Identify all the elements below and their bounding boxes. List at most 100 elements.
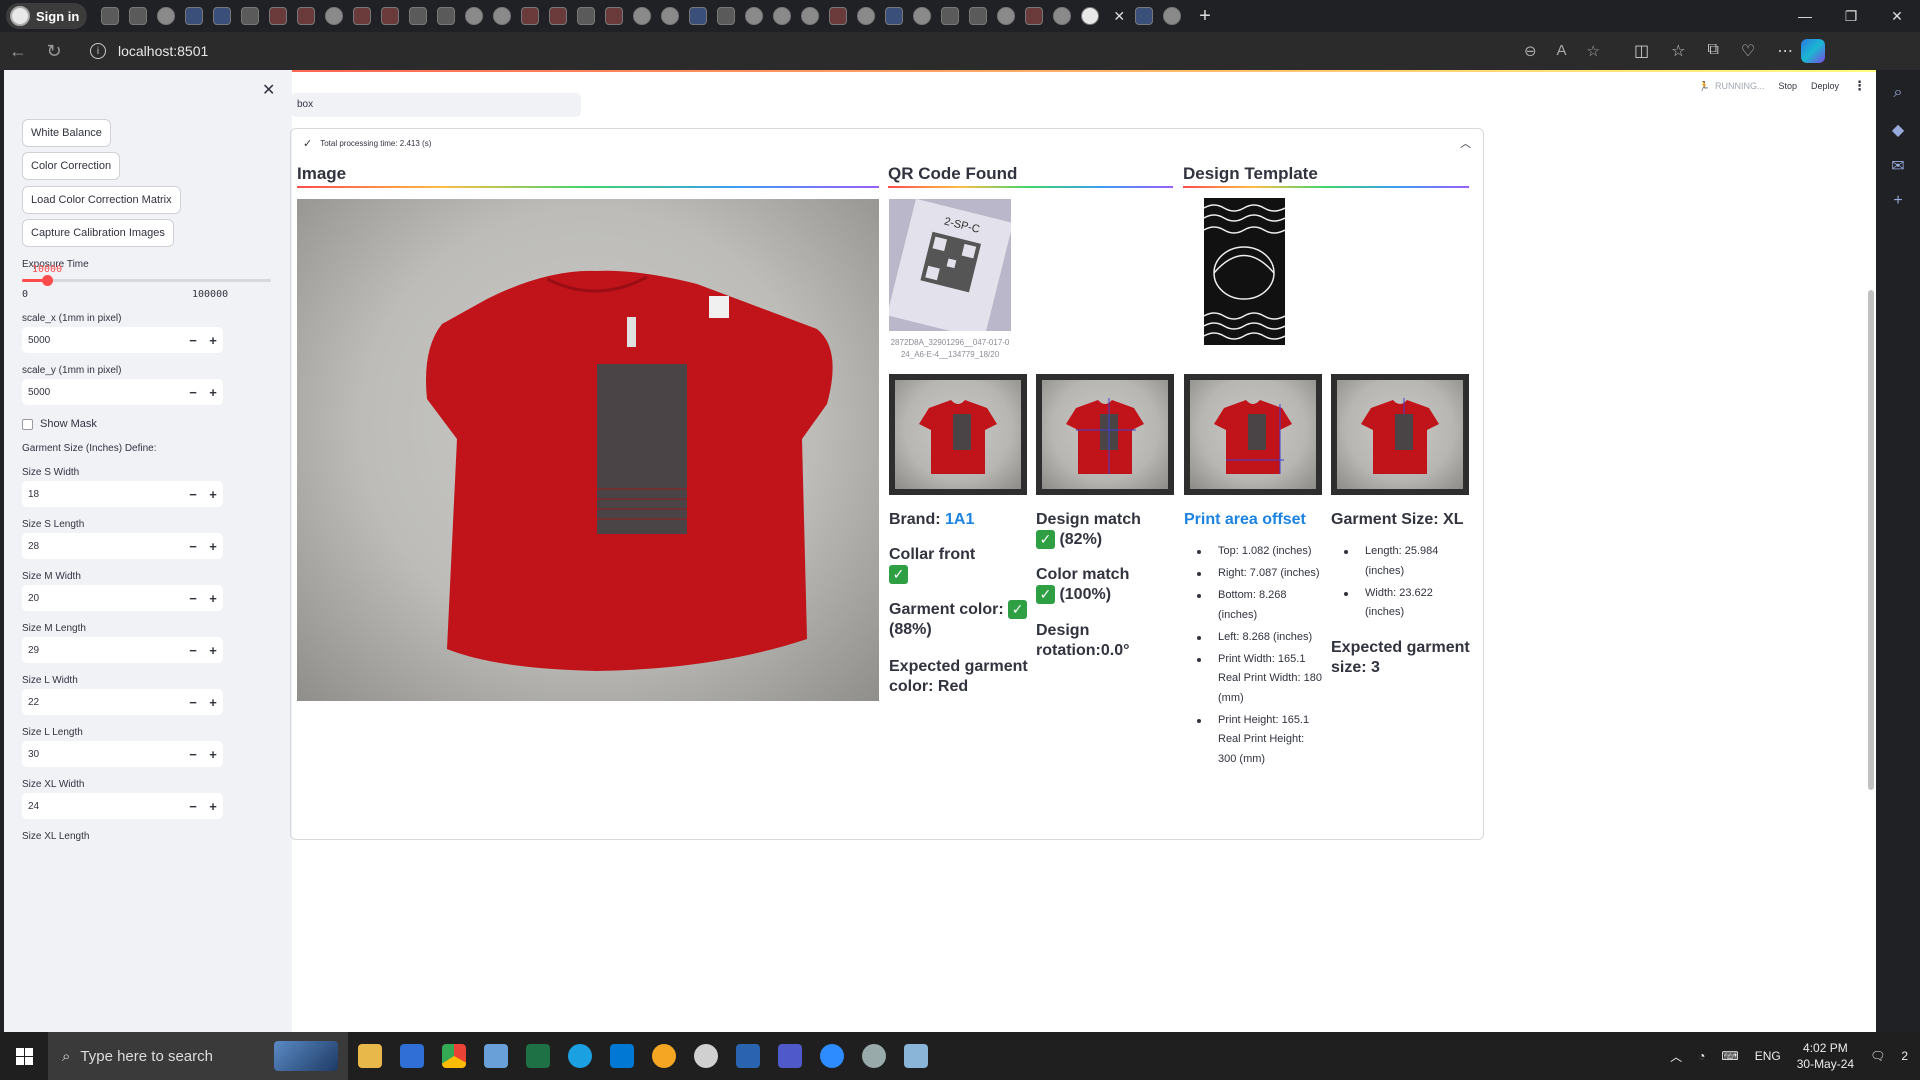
store-icon[interactable] (400, 1044, 424, 1068)
close-sidebar-icon[interactable]: ✕ (262, 80, 275, 100)
tab-favicon[interactable] (1163, 7, 1182, 25)
increment-button[interactable]: + (203, 385, 223, 400)
site-info-icon[interactable]: i (90, 43, 106, 59)
tab-favicon[interactable] (689, 7, 708, 25)
size-value[interactable]: 24 (22, 801, 183, 812)
tab-favicon[interactable] (269, 7, 288, 25)
app-icon[interactable] (694, 1044, 718, 1068)
wifi-icon[interactable]: ◔ (1698, 1049, 1705, 1063)
tab-favicon[interactable] (1053, 7, 1072, 25)
size-input[interactable]: 28 − + (22, 533, 223, 559)
app-icon[interactable] (904, 1044, 928, 1068)
tab-actions-icon[interactable] (129, 7, 148, 25)
size-input[interactable]: 29 − + (22, 637, 223, 663)
excel-icon[interactable] (526, 1044, 550, 1068)
tab-favicon[interactable] (941, 7, 960, 25)
extensions-icon[interactable]: ♡ (1741, 41, 1755, 61)
tab-favicon[interactable] (1025, 7, 1044, 25)
chrome-icon[interactable] (442, 1044, 466, 1068)
decrement-button[interactable]: − (183, 695, 203, 710)
tab-favicon[interactable] (493, 7, 512, 25)
tab-favicon[interactable] (437, 7, 456, 25)
chevron-up-icon[interactable]: ︿ (1460, 135, 1471, 151)
app-icon[interactable] (736, 1044, 760, 1068)
scale-x-input[interactable]: 5000 − + (22, 327, 223, 353)
decrement-button[interactable]: − (183, 799, 203, 814)
page-scrollbar[interactable] (1868, 290, 1874, 790)
copilot-icon[interactable] (1801, 39, 1826, 63)
decrement-button[interactable]: − (183, 333, 203, 348)
copilot-sidebar-icon[interactable]: ◆ (1888, 120, 1908, 140)
tab-favicon[interactable] (829, 7, 848, 25)
file-explorer-icon[interactable] (358, 1044, 382, 1068)
chevron-up-icon[interactable]: ︿ (1670, 1048, 1682, 1065)
size-value[interactable]: 22 (22, 697, 183, 708)
size-value[interactable]: 29 (22, 645, 183, 656)
tab-favicon[interactable] (353, 7, 372, 25)
size-value[interactable]: 20 (22, 593, 183, 604)
home-assistant-icon[interactable] (652, 1044, 676, 1068)
vscode-icon[interactable] (610, 1044, 634, 1068)
increment-button[interactable]: + (203, 747, 223, 762)
tab-favicon[interactable] (661, 7, 680, 25)
exposure-slider[interactable] (22, 275, 271, 286)
more-menu-icon[interactable]: ⋯ (1777, 41, 1793, 61)
minimize-icon[interactable]: — (1782, 0, 1828, 32)
tab-favicon[interactable] (157, 7, 176, 25)
keyboard-icon[interactable]: ⌨ (1721, 1049, 1738, 1063)
size-value[interactable]: 18 (22, 489, 183, 500)
increment-button[interactable]: + (203, 591, 223, 606)
tab-favicon[interactable] (885, 7, 904, 25)
taskbar-search[interactable]: ⌕ Type here to search (48, 1032, 348, 1080)
split-screen-icon[interactable]: ◫ (1634, 41, 1649, 61)
increment-button[interactable]: + (203, 487, 223, 502)
scale-x-value[interactable]: 5000 (22, 335, 183, 346)
tab-favicon[interactable] (969, 7, 988, 25)
decrement-button[interactable]: − (183, 591, 203, 606)
decrement-button[interactable]: − (183, 643, 203, 658)
tab-favicon[interactable] (857, 7, 876, 25)
load-color-matrix-button[interactable]: Load Color Correction Matrix (22, 186, 181, 214)
tab-favicon[interactable] (605, 7, 624, 25)
refresh-icon[interactable]: ↻ (36, 41, 72, 62)
size-input[interactable]: 30 − + (22, 741, 223, 767)
size-input[interactable]: 18 − + (22, 481, 223, 507)
tab-favicon[interactable] (745, 7, 764, 25)
url-field[interactable]: i localhost:8501 ⊖ A ☆ (80, 36, 1620, 66)
main-menu-icon[interactable]: ⋮ (1853, 78, 1866, 94)
tab-favicon[interactable] (381, 7, 400, 25)
text-input[interactable]: box (291, 93, 581, 117)
tab-favicon[interactable] (997, 7, 1016, 25)
read-aloud-icon[interactable]: A (1557, 42, 1567, 60)
status-header[interactable]: ✓ Total processing time: 2.413 (s) (303, 137, 431, 150)
size-value[interactable]: 28 (22, 541, 183, 552)
tab-favicon[interactable] (549, 7, 568, 25)
notification-icon[interactable]: 🗨 (1870, 1049, 1885, 1063)
tab-favicon[interactable] (465, 7, 484, 25)
decrement-button[interactable]: − (183, 747, 203, 762)
tab-favicon[interactable] (213, 7, 232, 25)
tab-favicon[interactable] (325, 7, 344, 25)
outlook-icon[interactable]: ✉ (1888, 156, 1908, 176)
language-indicator[interactable]: ENG (1755, 1049, 1781, 1063)
tab-favicon-active[interactable] (1081, 7, 1100, 25)
decrement-button[interactable]: − (183, 539, 203, 554)
tab-favicon[interactable] (185, 7, 204, 25)
white-balance-button[interactable]: White Balance (22, 119, 111, 147)
increment-button[interactable]: + (203, 695, 223, 710)
profile-button[interactable]: Sign in (6, 3, 88, 29)
add-sidebar-icon[interactable]: + (1888, 192, 1908, 212)
increment-button[interactable]: + (203, 333, 223, 348)
tab-favicon[interactable] (773, 7, 792, 25)
tab-favicon[interactable] (521, 7, 540, 25)
deploy-button[interactable]: Deploy (1811, 81, 1839, 91)
workspaces-icon[interactable] (101, 7, 120, 25)
stop-button[interactable]: Stop (1778, 81, 1797, 91)
edge-icon[interactable] (568, 1044, 592, 1068)
tab-favicon[interactable] (409, 7, 428, 25)
tab-favicon[interactable] (1135, 7, 1154, 25)
app-icon[interactable] (484, 1044, 508, 1068)
search-icon[interactable]: ⌕ (1888, 84, 1908, 104)
tab-favicon[interactable] (577, 7, 596, 25)
tab-favicon[interactable] (801, 7, 820, 25)
